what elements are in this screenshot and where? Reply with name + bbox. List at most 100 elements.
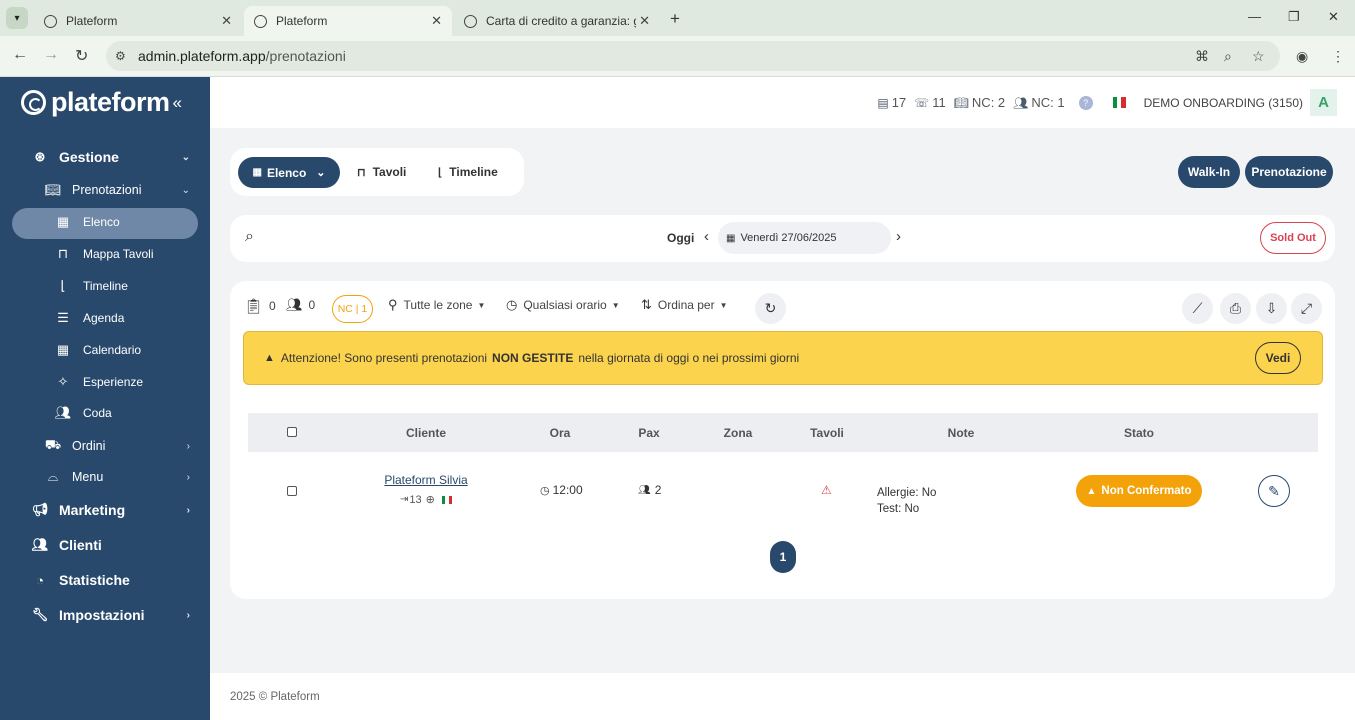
new-reservation-button[interactable]: Prenotazione bbox=[1245, 156, 1333, 188]
book-icon: 📖︎ bbox=[44, 182, 62, 197]
no-table-warning-icon[interactable]: ⚠ bbox=[821, 483, 832, 497]
stat-users-nc[interactable]: 👥︎ NC: 1 bbox=[1013, 95, 1064, 110]
stat-phone[interactable]: ☏ 11 bbox=[914, 95, 946, 110]
zone-filter[interactable]: ⚲ Tutte le zone ▼ bbox=[388, 297, 485, 313]
view-tavoli-button[interactable]: ⊓ Tavoli bbox=[357, 165, 406, 179]
zoom-icon[interactable]: ⌕ bbox=[1224, 48, 1232, 65]
today-button[interactable]: Oggi bbox=[667, 231, 694, 245]
th-zona[interactable]: Zona bbox=[708, 426, 768, 440]
avatar[interactable]: A bbox=[1310, 89, 1337, 116]
sidebar-item-agenda[interactable]: ☰ Agenda bbox=[53, 310, 198, 326]
bookmark-star-icon[interactable]: ☆ bbox=[1252, 48, 1265, 65]
profile-icon[interactable]: ◉ bbox=[1296, 48, 1308, 65]
chart-button[interactable]: ⟋ bbox=[1182, 293, 1213, 324]
nc-filter-button[interactable]: NC | 1 bbox=[332, 295, 373, 323]
url-field[interactable]: ⚙ admin.plateform.app/prenotazioni bbox=[106, 41, 1280, 71]
sidebar-item-timeline[interactable]: ⌊ Timeline bbox=[53, 278, 198, 294]
prev-day-icon[interactable]: ‹ bbox=[704, 228, 709, 245]
caret-down-icon: ▼ bbox=[719, 300, 728, 310]
edit-reservation-button[interactable]: ✎ bbox=[1258, 475, 1290, 507]
stat-book-nc[interactable]: 📖︎ NC: 2 bbox=[954, 95, 1005, 110]
th-tavoli[interactable]: Tavoli bbox=[797, 426, 857, 440]
close-tab-icon[interactable]: ✕ bbox=[431, 13, 442, 29]
status-badge[interactable]: ▲ Non Confermato bbox=[1076, 475, 1202, 507]
forward-icon[interactable]: → bbox=[43, 46, 59, 64]
account-name[interactable]: DEMO ONBOARDING (3150) bbox=[1144, 96, 1303, 110]
plateform-logo[interactable]: plateform « bbox=[21, 87, 182, 118]
sort-filter[interactable]: ⇅ Ordina per ▼ bbox=[641, 297, 728, 313]
experience-icon: ✧ bbox=[57, 374, 69, 389]
view-timeline-button[interactable]: ⌊ Timeline bbox=[438, 165, 498, 179]
browser-tab-3[interactable]: Carta di credito a garanzia: guid ✕ bbox=[454, 6, 660, 36]
select-all-checkbox[interactable] bbox=[287, 427, 297, 437]
site-info-icon[interactable]: ⚙ bbox=[115, 49, 126, 63]
sidebar-item-statistiche[interactable]: ◔ Statistiche bbox=[30, 572, 190, 588]
sidebar-item-coda[interactable]: 👥︎ Coda bbox=[53, 405, 198, 421]
help-icon[interactable]: ? bbox=[1078, 95, 1093, 110]
table-row[interactable]: Plateform Silvia ⇥ 13 ⊕ ◷ 12:00 👥︎ 2 ⚠ A… bbox=[248, 467, 1318, 517]
pagination-page-1[interactable]: 1 bbox=[770, 541, 796, 573]
fullscreen-button[interactable]: ⤢ bbox=[1291, 293, 1322, 324]
alert-view-button[interactable]: Vedi bbox=[1255, 342, 1301, 374]
next-day-icon[interactable]: › bbox=[896, 228, 901, 245]
walk-in-button[interactable]: Walk-In bbox=[1178, 156, 1240, 188]
sidebar-item-prenotazioni[interactable]: 📖︎ Prenotazioni ⌄ bbox=[43, 182, 190, 198]
sidebar-item-label: Gestione bbox=[59, 149, 119, 165]
new-tab-icon[interactable]: + bbox=[670, 9, 680, 29]
row-checkbox[interactable] bbox=[287, 486, 297, 496]
sidebar-item-esperienze[interactable]: ✧ Esperienze bbox=[53, 374, 198, 390]
th-cliente[interactable]: Cliente bbox=[376, 426, 476, 440]
sidebar-item-impostazioni[interactable]: 🔧︎ Impostazioni › bbox=[30, 607, 190, 623]
back-icon[interactable]: ← bbox=[12, 46, 28, 64]
clock-icon: ◷ bbox=[540, 484, 550, 497]
sidebar-item-gestione[interactable]: ⊛ Gestione ⌄ bbox=[30, 149, 190, 165]
translate-icon[interactable]: ⌘ bbox=[1195, 48, 1209, 65]
sidebar-item-marketing[interactable]: 📢︎ Marketing › bbox=[30, 502, 190, 518]
th-note[interactable]: Note bbox=[931, 426, 991, 440]
th-stato[interactable]: Stato bbox=[1109, 426, 1169, 440]
minimize-icon[interactable]: — bbox=[1248, 9, 1261, 24]
sidebar-item-elenco[interactable]: ▦ Elenco bbox=[53, 214, 198, 230]
logo-text: plateform bbox=[51, 87, 170, 117]
status-label: Non Confermato bbox=[1101, 485, 1192, 497]
export-button[interactable]: ⇩ bbox=[1256, 293, 1287, 324]
sidebar-item-menu[interactable]: ⌓ Menu › bbox=[43, 469, 190, 485]
browser-tab-1[interactable]: Plateform ✕ bbox=[34, 6, 242, 36]
browser-menu-icon[interactable]: ⋮ bbox=[1331, 48, 1345, 65]
browser-tab-2[interactable]: Plateform ✕ bbox=[244, 6, 452, 36]
client-name-link[interactable]: Plateform Silvia bbox=[366, 473, 486, 487]
sold-out-button[interactable]: Sold Out bbox=[1260, 222, 1326, 254]
users-cog-icon: 👥︎ bbox=[1013, 95, 1029, 110]
view-elenco-button[interactable]: ▦ Elenco ⌄ bbox=[238, 157, 340, 188]
alert-text-post: nella giornata di oggi o nei prossimi gi… bbox=[578, 351, 800, 365]
italy-flag-icon[interactable] bbox=[1112, 97, 1126, 108]
guests-count[interactable]: 👥︎ 0 bbox=[286, 297, 315, 313]
italy-flag-icon bbox=[441, 495, 452, 504]
sidebar-item-ordini[interactable]: ⛟ Ordini › bbox=[43, 437, 190, 455]
print-button[interactable]: ⎙ bbox=[1220, 293, 1251, 324]
th-ora[interactable]: Ora bbox=[530, 426, 590, 440]
close-window-icon[interactable]: ✕ bbox=[1328, 9, 1339, 25]
sidebar-item-label: Ordini bbox=[72, 439, 106, 453]
sidebar-item-clienti[interactable]: 👥︎ Clienti bbox=[30, 537, 190, 553]
sidebar-item-calendario[interactable]: ▦ Calendario bbox=[53, 342, 198, 358]
search-icon[interactable]: ⌕ bbox=[245, 228, 254, 246]
timeline-icon: ⌊ bbox=[438, 166, 443, 179]
th-pax[interactable]: Pax bbox=[619, 426, 679, 440]
time-filter[interactable]: ◷ Qualsiasi orario ▼ bbox=[506, 297, 620, 313]
clipboard-icon: 📋︎ bbox=[244, 298, 264, 315]
browser-tabbar: ▾ Plateform ✕ Plateform ✕ Carta di credi… bbox=[0, 0, 1355, 36]
sidebar-item-mappa-tavoli[interactable]: ⊓ Mappa Tavoli bbox=[53, 246, 198, 262]
collapse-sidebar-icon[interactable]: « bbox=[173, 93, 182, 113]
stat-reservations[interactable]: ▤ 17 bbox=[877, 95, 906, 110]
users-icon: 👥︎ bbox=[54, 405, 72, 420]
close-tab-icon[interactable]: ✕ bbox=[221, 13, 232, 29]
reload-icon[interactable]: ↻ bbox=[75, 46, 88, 66]
refresh-button[interactable]: ↻ bbox=[755, 293, 786, 324]
date-picker[interactable]: ▦ Venerdì 27/06/2025 bbox=[718, 222, 891, 254]
reservations-count[interactable]: 📋︎ 0 bbox=[244, 297, 276, 315]
restore-icon[interactable]: ❐ bbox=[1288, 9, 1300, 25]
tab-search-icon[interactable]: ▾ bbox=[6, 7, 28, 29]
file-download-icon: ⇩ bbox=[1265, 300, 1278, 316]
close-tab-icon[interactable]: ✕ bbox=[639, 13, 650, 29]
